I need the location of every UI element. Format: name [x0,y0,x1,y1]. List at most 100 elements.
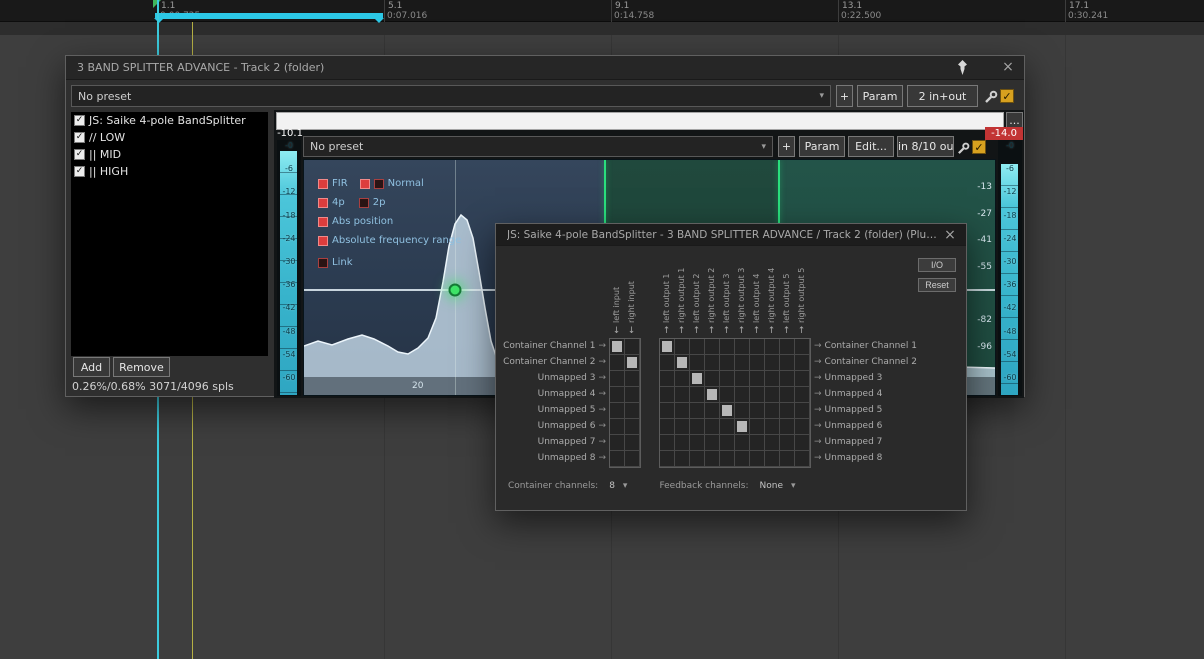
pin-cell[interactable] [625,403,640,419]
pin-cell[interactable] [690,451,705,467]
pin-cell[interactable] [660,451,675,467]
pin-cell[interactable] [720,371,735,387]
container-channels-dropdown[interactable]: 8 [605,480,631,492]
pin-cell[interactable] [675,435,690,451]
fx-enable-toggle[interactable] [1000,89,1014,103]
pin-cell[interactable] [780,451,795,467]
pin-cell[interactable] [610,387,625,403]
pin-cell[interactable] [675,371,690,387]
pin-cell[interactable] [625,339,640,355]
normal-checkbox-b[interactable] [374,179,384,189]
add-fx-button[interactable]: Add [73,357,110,377]
fx-list-item[interactable]: || HIGH [71,163,268,180]
link-checkbox[interactable] [318,258,328,268]
fx-enabled-checkbox[interactable] [74,149,85,160]
pin-cell[interactable] [735,387,750,403]
pin-cell[interactable] [750,451,765,467]
plugin-enable-toggle[interactable] [972,140,986,154]
pin-cell[interactable] [625,387,640,403]
wrench-icon[interactable] [957,140,971,154]
pin-cell[interactable] [750,387,765,403]
pin-cell[interactable] [610,355,625,371]
pin-cell[interactable] [795,371,810,387]
pin-cell[interactable] [660,339,675,355]
pin-cell[interactable] [735,339,750,355]
plugin-edit-button[interactable]: Edit... [848,136,894,157]
pin-cell[interactable] [750,403,765,419]
pin-cell[interactable] [690,371,705,387]
pin-cell[interactable] [780,419,795,435]
pin-cell[interactable] [765,355,780,371]
fx-preset-dropdown[interactable]: No preset [71,85,831,107]
fx-name-field[interactable] [276,112,1004,130]
fx-window-titlebar[interactable]: 3 BAND SPLITTER ADVANCE - Track 2 (folde… [66,56,1024,80]
pin-cell[interactable] [735,435,750,451]
param-button[interactable]: Param [857,85,903,107]
pin-cell[interactable] [675,387,690,403]
plugin-io-button[interactable]: in 8/10 ou [897,136,954,157]
abs-position-checkbox[interactable] [318,217,328,227]
pin-cell[interactable] [690,435,705,451]
pin-cell[interactable] [625,435,640,451]
close-icon[interactable] [1000,59,1016,75]
pin-cell[interactable] [705,419,720,435]
pin-cell[interactable] [795,419,810,435]
pin-cell[interactable] [765,339,780,355]
pin-cell[interactable] [735,371,750,387]
4p-checkbox[interactable] [318,198,328,208]
fx-list-item[interactable]: || MID [71,146,268,163]
pin-cell[interactable] [720,403,735,419]
pin-cell[interactable] [690,419,705,435]
pin-cell[interactable] [780,435,795,451]
pin-cell[interactable] [720,355,735,371]
pin-cell[interactable] [660,355,675,371]
pin-cell[interactable] [780,339,795,355]
pin-window-titlebar[interactable]: JS: Saike 4-pole BandSplitter - 3 BAND S… [496,224,966,246]
pin-cell[interactable] [765,403,780,419]
pin-cell[interactable] [705,451,720,467]
remove-fx-button[interactable]: Remove [113,357,170,377]
fx-list-item[interactable]: JS: Saike 4-pole BandSplitter [71,112,268,129]
pin-cell[interactable] [780,403,795,419]
pin-cell[interactable] [705,355,720,371]
pin-cell[interactable] [675,451,690,467]
pin-cell[interactable] [690,403,705,419]
pin-cell[interactable] [705,339,720,355]
normal-checkbox-a[interactable] [360,179,370,189]
pin-cell[interactable] [610,371,625,387]
pin-cell[interactable] [675,403,690,419]
pin-cell[interactable] [610,435,625,451]
2p-checkbox[interactable] [359,198,369,208]
pin-cell[interactable] [720,339,735,355]
pin-cell[interactable] [720,435,735,451]
pin-cell[interactable] [750,339,765,355]
pin-cell[interactable] [735,355,750,371]
pin-cell[interactable] [625,355,640,371]
pin-cell[interactable] [765,371,780,387]
pin-cell[interactable] [690,339,705,355]
pin-cell[interactable] [795,355,810,371]
pin-cell[interactable] [660,371,675,387]
pin-cell[interactable] [675,355,690,371]
abs-freq-checkbox[interactable] [318,236,328,246]
chain-io-button[interactable]: 2 in+out [907,85,978,107]
pin-cell[interactable] [795,435,810,451]
pin-cell[interactable] [765,387,780,403]
plugin-preset-dropdown[interactable]: No preset [303,136,773,157]
pin-cell[interactable] [750,419,765,435]
feedback-channels-dropdown[interactable]: None [756,480,800,492]
pin-cell[interactable] [720,419,735,435]
pin-cell[interactable] [795,387,810,403]
pin-cell[interactable] [795,451,810,467]
pin-cell[interactable] [625,419,640,435]
pin-cell[interactable] [735,451,750,467]
pin-cell[interactable] [610,419,625,435]
pin-cell[interactable] [610,339,625,355]
fx-enabled-checkbox[interactable] [74,115,85,126]
pin-cell[interactable] [660,435,675,451]
pin-cell[interactable] [780,387,795,403]
pin-cell[interactable] [625,451,640,467]
fir-checkbox[interactable] [318,179,328,189]
wrench-icon[interactable] [984,89,998,103]
preset-save-button[interactable]: + [836,85,853,107]
